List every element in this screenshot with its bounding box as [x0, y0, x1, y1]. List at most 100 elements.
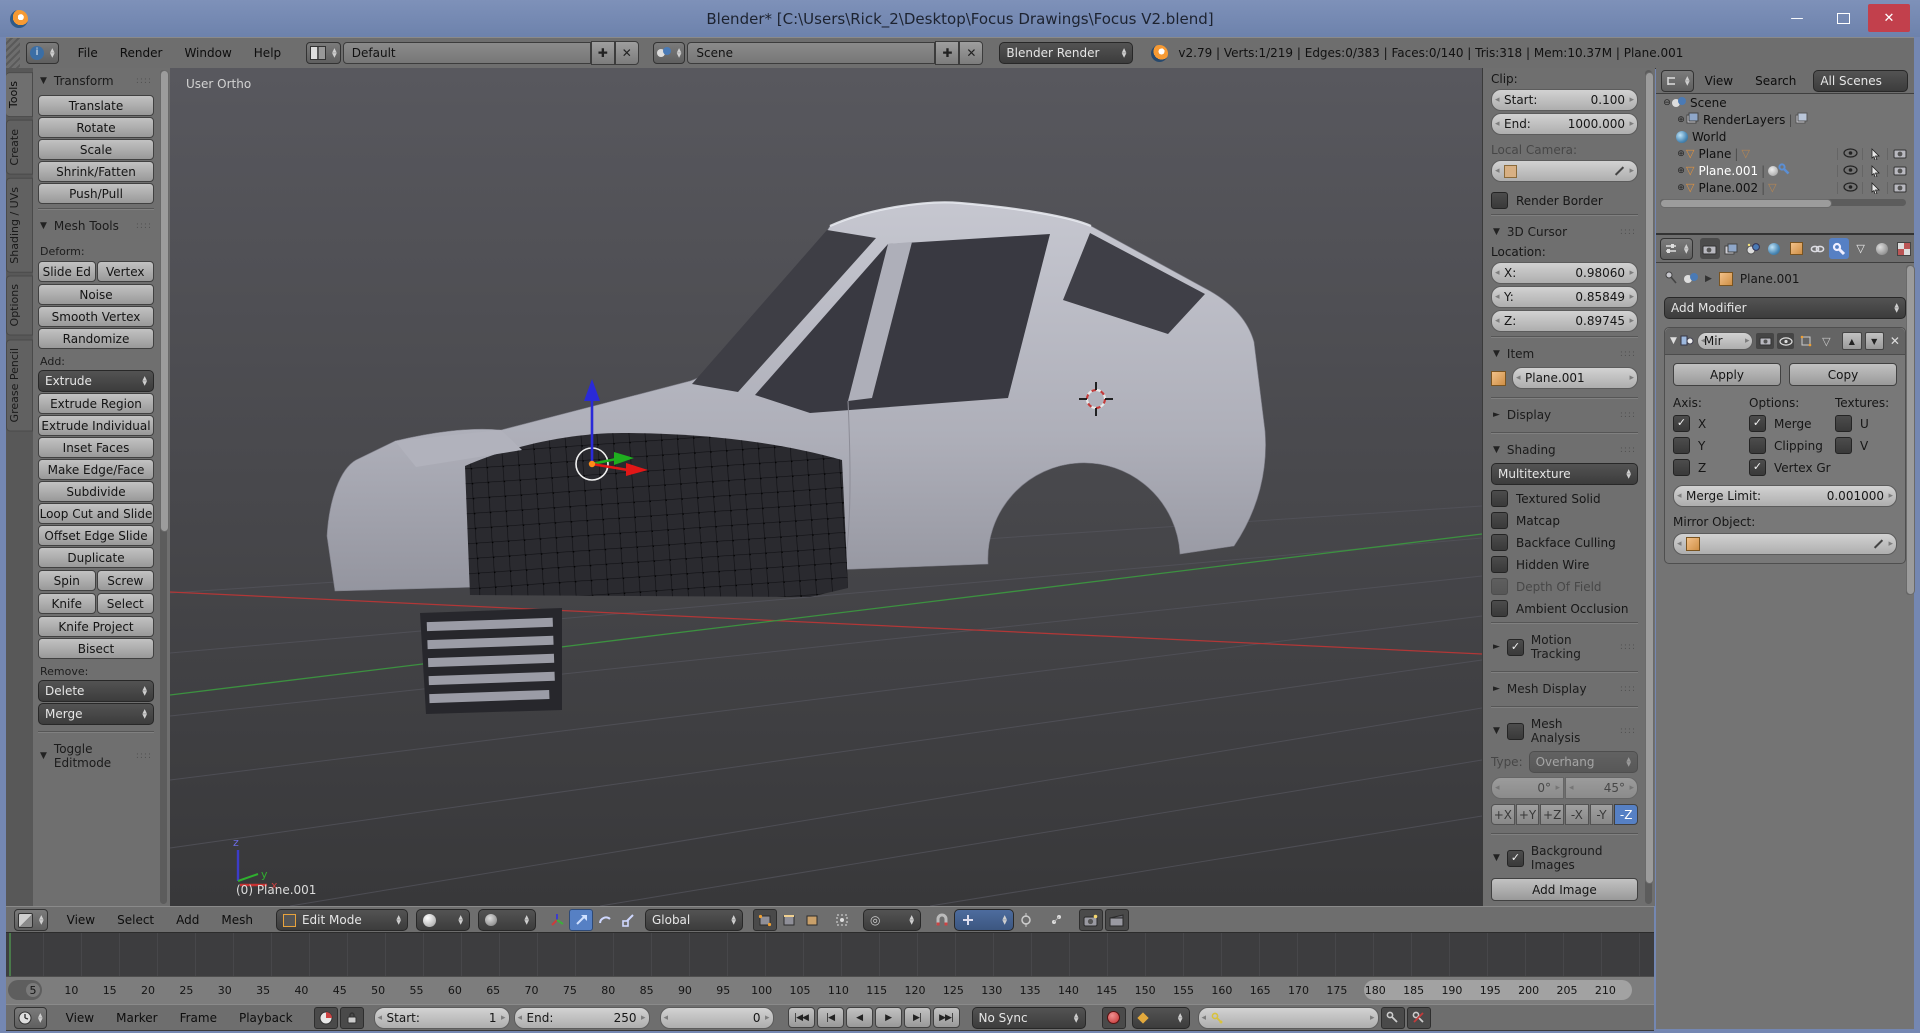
- properties-scrollbar[interactable]: [1906, 265, 1913, 595]
- axis-plus-x-button[interactable]: +X: [1491, 804, 1515, 825]
- editor-type-selector[interactable]: ▲▼: [1661, 70, 1694, 92]
- previous-keyframe-button[interactable]: |◀: [817, 1007, 844, 1028]
- add-tool-button[interactable]: Loop Cut and Slide: [38, 503, 154, 524]
- transform-tool-button[interactable]: Scale: [38, 139, 154, 160]
- panel-grip[interactable]: ::::: [136, 76, 152, 86]
- viewport-shading-select[interactable]: ▲▼: [416, 909, 470, 931]
- add-image-button[interactable]: Add Image: [1491, 878, 1638, 901]
- scene-icon-button[interactable]: ▲▼: [653, 42, 686, 64]
- editor-type-selector[interactable]: ▲▼: [1660, 238, 1693, 260]
- clip-start-field[interactable]: Start:0.100: [1491, 89, 1638, 111]
- menu-item[interactable]: File: [67, 46, 109, 60]
- jump-to-start-button[interactable]: |◀◀: [788, 1007, 815, 1028]
- panel-header-motion-tracking[interactable]: ►✓Motion Tracking::::: [1491, 627, 1638, 667]
- outliner-row-renderlayers[interactable]: ⊕ RenderLayers |: [1656, 111, 1914, 128]
- merge-checkbox[interactable]: ✓: [1749, 415, 1766, 432]
- deform-tool-button[interactable]: Smooth Vertex: [38, 306, 154, 327]
- tab-world[interactable]: [1764, 238, 1785, 259]
- axis-plus-y-button[interactable]: +Y: [1516, 804, 1540, 825]
- menu-item[interactable]: Mesh: [210, 913, 264, 927]
- outliner-row-world[interactable]: World: [1656, 128, 1914, 145]
- deform-tool-button[interactable]: Noise: [38, 284, 154, 305]
- face-select-mode-button[interactable]: [801, 910, 823, 930]
- menu-item[interactable]: Frame: [169, 1011, 228, 1025]
- menu-item[interactable]: Playback: [228, 1011, 304, 1025]
- outliner-row-scene[interactable]: ⊖ Scene: [1656, 94, 1914, 111]
- tab-modifiers[interactable]: [1829, 238, 1850, 259]
- renderability-camera-icon[interactable]: [1887, 165, 1912, 177]
- axis-minus-z-button[interactable]: -Z: [1614, 804, 1638, 825]
- delete-layout-button[interactable]: ✕: [615, 41, 639, 65]
- proportional-edit-select[interactable]: ◎ ▲▼: [863, 909, 921, 931]
- opengl-render-animation-button[interactable]: [1105, 909, 1129, 931]
- collapse-icon[interactable]: ▼: [1670, 336, 1677, 346]
- add-tool-button[interactable]: Bisect: [38, 638, 154, 659]
- add-tool-button[interactable]: Duplicate: [38, 547, 154, 568]
- cursor-y-field[interactable]: Y:0.85849: [1491, 286, 1638, 308]
- modifier-cage-toggle[interactable]: ▽: [1818, 333, 1835, 349]
- tab-grease-pencil[interactable]: Grease Pencil: [6, 339, 33, 431]
- modifier-move-down-button[interactable]: ▼: [1865, 332, 1884, 350]
- menu-item[interactable]: Select: [106, 913, 165, 927]
- add-tool-button[interactable]: Offset Edge Slide: [38, 525, 154, 546]
- mirror-y-checkbox[interactable]: [1673, 437, 1690, 454]
- extrude-menu[interactable]: Extrude▲▼: [38, 370, 154, 392]
- next-keyframe-button[interactable]: ▶|: [904, 1007, 931, 1028]
- outliner-row-plane-002[interactable]: ⊕ ▽ Plane.002 | ▽: [1656, 179, 1914, 196]
- panel-grip[interactable]: ::::: [136, 751, 152, 761]
- texture-u-checkbox[interactable]: [1835, 415, 1852, 432]
- editor-type-selector[interactable]: i ▲▼: [26, 42, 59, 64]
- renderability-camera-icon[interactable]: [1887, 182, 1912, 194]
- copy-button[interactable]: Copy: [1789, 363, 1897, 386]
- transform-tool-button[interactable]: Push/Pull: [38, 183, 154, 204]
- delete-keyframe-button[interactable]: [1407, 1007, 1431, 1029]
- add-tool-button[interactable]: Knife Project: [38, 616, 154, 637]
- opengl-render-image-button[interactable]: [1079, 909, 1103, 931]
- mode-select[interactable]: Edit Mode ▲▼: [276, 909, 408, 931]
- menu-item[interactable]: Add: [165, 913, 210, 927]
- render-engine-select[interactable]: Blender Render ▲▼: [999, 42, 1133, 64]
- knife-button[interactable]: Knife: [38, 593, 96, 614]
- panel-header-transform[interactable]: ▼Transform::::: [38, 68, 154, 94]
- clipping-checkbox[interactable]: [1749, 437, 1766, 454]
- screen-layout-name[interactable]: Default: [343, 42, 591, 64]
- tab-object[interactable]: [1786, 238, 1807, 259]
- snap-toggle-button[interactable]: [931, 910, 953, 930]
- add-layout-button[interactable]: ✚: [591, 41, 615, 65]
- panel-header-mesh-analysis[interactable]: ▼Mesh Analysis::::: [1491, 711, 1638, 751]
- merge-limit-field[interactable]: Merge Limit:0.001000: [1673, 485, 1897, 507]
- current-frame-field[interactable]: 0: [660, 1007, 774, 1029]
- modifier-name-field[interactable]: Mir: [1697, 332, 1754, 350]
- menu-item[interactable]: Help: [243, 46, 292, 60]
- tab-render[interactable]: [1700, 238, 1721, 259]
- sync-mode-select[interactable]: No Sync▲▼: [972, 1007, 1086, 1029]
- cursor-z-field[interactable]: Z:0.89745: [1491, 310, 1638, 332]
- auto-keyframe-record-button[interactable]: [1102, 1007, 1126, 1029]
- merge-menu[interactable]: Merge▲▼: [38, 703, 154, 725]
- panel-header-toggle-editmode[interactable]: ▼Toggle Editmode::::: [38, 736, 154, 776]
- panel-grip[interactable]: ::::: [136, 221, 152, 231]
- vertex-groups-checkbox[interactable]: ✓: [1749, 459, 1766, 476]
- tab-tools[interactable]: Tools: [6, 72, 33, 117]
- cursor-x-field[interactable]: X:0.98060: [1491, 262, 1638, 284]
- panel-header-display[interactable]: ►Display::::: [1491, 402, 1638, 428]
- expand-icon[interactable]: ⊕: [1676, 149, 1686, 159]
- panel-header-background-images[interactable]: ▼✓Background Images: [1491, 838, 1638, 878]
- screen-layout-icon-button[interactable]: ▲▼: [306, 42, 341, 64]
- textured-solid-checkbox[interactable]: [1491, 490, 1508, 507]
- local-camera-field[interactable]: [1491, 160, 1638, 182]
- jump-to-end-button[interactable]: ▶▶|: [933, 1007, 960, 1028]
- axis-minus-y-button[interactable]: -Y: [1590, 804, 1614, 825]
- transform-orientation-select[interactable]: Global ▲▼: [645, 909, 743, 931]
- tab-object-data[interactable]: ▽: [1850, 238, 1871, 259]
- vertex-slide-button[interactable]: Vertex: [97, 261, 155, 282]
- editor-type-selector[interactable]: ▲▼: [14, 909, 48, 931]
- tab-render-layers[interactable]: [1721, 238, 1742, 259]
- editor-type-selector[interactable]: ▲▼: [14, 1007, 47, 1029]
- axis-minus-x-button[interactable]: -X: [1565, 804, 1589, 825]
- modifier-editmode-toggle[interactable]: [1797, 333, 1814, 349]
- add-tool-button[interactable]: Subdivide: [38, 481, 154, 502]
- manipulator-toggle[interactable]: [546, 910, 568, 930]
- transform-tool-button[interactable]: Shrink/Fatten: [38, 161, 154, 182]
- add-scene-button[interactable]: ✚: [935, 41, 959, 65]
